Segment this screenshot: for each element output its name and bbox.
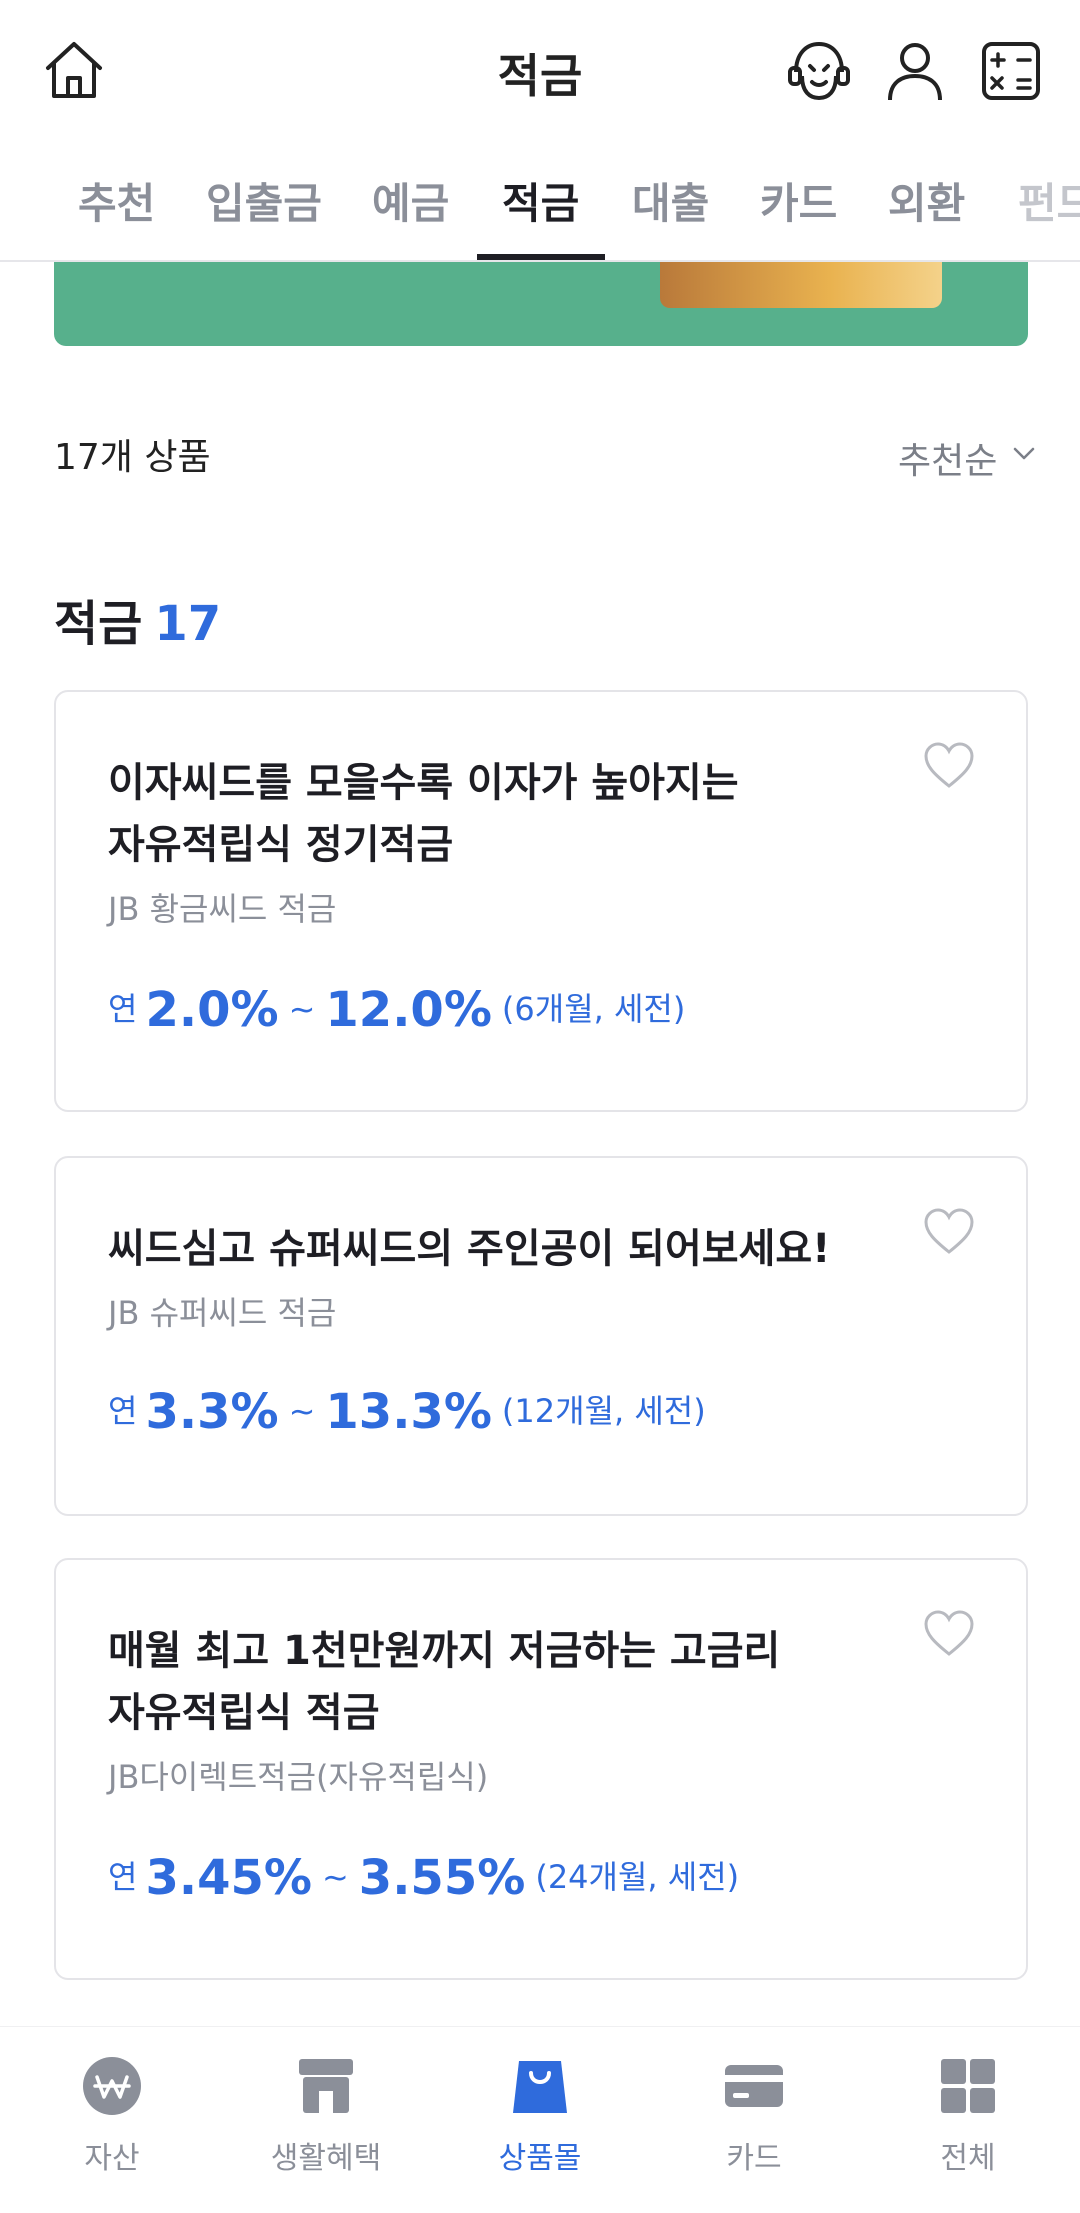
nav-card[interactable]: 카드: [654, 2055, 854, 2177]
tab-savings[interactable]: 적금: [502, 170, 579, 231]
nav-label: 카드: [726, 2141, 782, 2176]
category-tabs: 추천 입출금 예금 적금 대출 카드 외환 펀드: [0, 140, 1080, 262]
person-icon[interactable]: [880, 36, 950, 106]
sort-selector[interactable]: 추천순: [898, 432, 997, 484]
product-headline: 매월 최고 1천만원까지 저금하는 고금리 자유적립식 적금: [108, 1628, 781, 1736]
product-count: 17개 상품: [54, 437, 211, 478]
interest-rate: 연 2.0% ~12.0% (6개월, 세전): [108, 982, 686, 1038]
calculator-icon[interactable]: [976, 36, 1046, 106]
section-title: 적금 17: [54, 584, 221, 654]
product-name: JB 황금씨드 적금: [108, 890, 337, 928]
won-coin-icon: [83, 2057, 141, 2115]
interest-rate: 연 3.3% ~13.3% (12개월, 세전): [108, 1384, 706, 1440]
section-count: 17: [154, 596, 222, 652]
tab-forex[interactable]: 외환: [888, 170, 965, 231]
tab-deposit-withdraw[interactable]: 입출금: [206, 170, 322, 231]
promo-banner[interactable]: [54, 262, 1028, 346]
nav-assets[interactable]: 자산: [12, 2055, 212, 2177]
interest-rate: 연 3.45% ~3.55% (24개월, 세전): [108, 1850, 740, 1906]
active-tab-indicator: [477, 254, 605, 260]
tab-loan[interactable]: 대출: [632, 170, 709, 231]
section-title-label: 적금: [54, 596, 143, 652]
app-header: 적금: [0, 0, 1080, 140]
nav-product-mall[interactable]: 상품몰: [440, 2055, 640, 2177]
product-card[interactable]: 씨드심고 슈퍼씨드의 주인공이 되어보세요! JB 슈퍼씨드 적금 연 3.3% ~…: [54, 1156, 1028, 1516]
product-name: JB 슈퍼씨드 적금: [108, 1294, 337, 1332]
product-headline: 씨드심고 슈퍼씨드의 주인공이 되어보세요!: [108, 1226, 831, 1272]
product-headline: 이자씨드를 모을수록 이자가 높아지는 자유적립식 정기적금: [108, 760, 739, 868]
nav-label: 상품몰: [498, 2141, 582, 2176]
product-name: JB다이렉트적금(자유적립식): [108, 1758, 489, 1796]
card-icon: [725, 2065, 783, 2107]
bottom-navigation: 자산 생활혜택 상품몰 카드 전체: [0, 2026, 1080, 2213]
product-card[interactable]: 매월 최고 1천만원까지 저금하는 고금리 자유적립식 적금 JB다이렉트적금(…: [54, 1558, 1028, 1980]
nav-label: 생활혜택: [270, 2141, 382, 2176]
nav-label: 전체: [940, 2141, 996, 2176]
tab-recommend[interactable]: 추천: [78, 170, 155, 231]
tab-deposit[interactable]: 예금: [372, 170, 449, 231]
heart-icon[interactable]: [922, 740, 976, 790]
shopping-bag-icon: [513, 2061, 567, 2113]
nav-benefits[interactable]: 생활혜택: [226, 2055, 426, 2177]
heart-icon[interactable]: [922, 1608, 976, 1658]
tab-fund[interactable]: 펀드: [1018, 170, 1080, 231]
support-agent-icon[interactable]: [784, 36, 854, 106]
chevron-down-icon[interactable]: [1012, 446, 1036, 462]
product-card[interactable]: 이자씨드를 모을수록 이자가 높아지는 자유적립식 정기적금 JB 황금씨드 적…: [54, 690, 1028, 1112]
nav-all[interactable]: 전체: [868, 2055, 1068, 2177]
nav-label: 자산: [84, 2141, 140, 2176]
store-icon: [299, 2059, 353, 2113]
heart-icon[interactable]: [922, 1206, 976, 1256]
tab-card[interactable]: 카드: [760, 170, 837, 231]
grid-icon: [941, 2059, 995, 2113]
banner-illustration: [660, 262, 942, 308]
